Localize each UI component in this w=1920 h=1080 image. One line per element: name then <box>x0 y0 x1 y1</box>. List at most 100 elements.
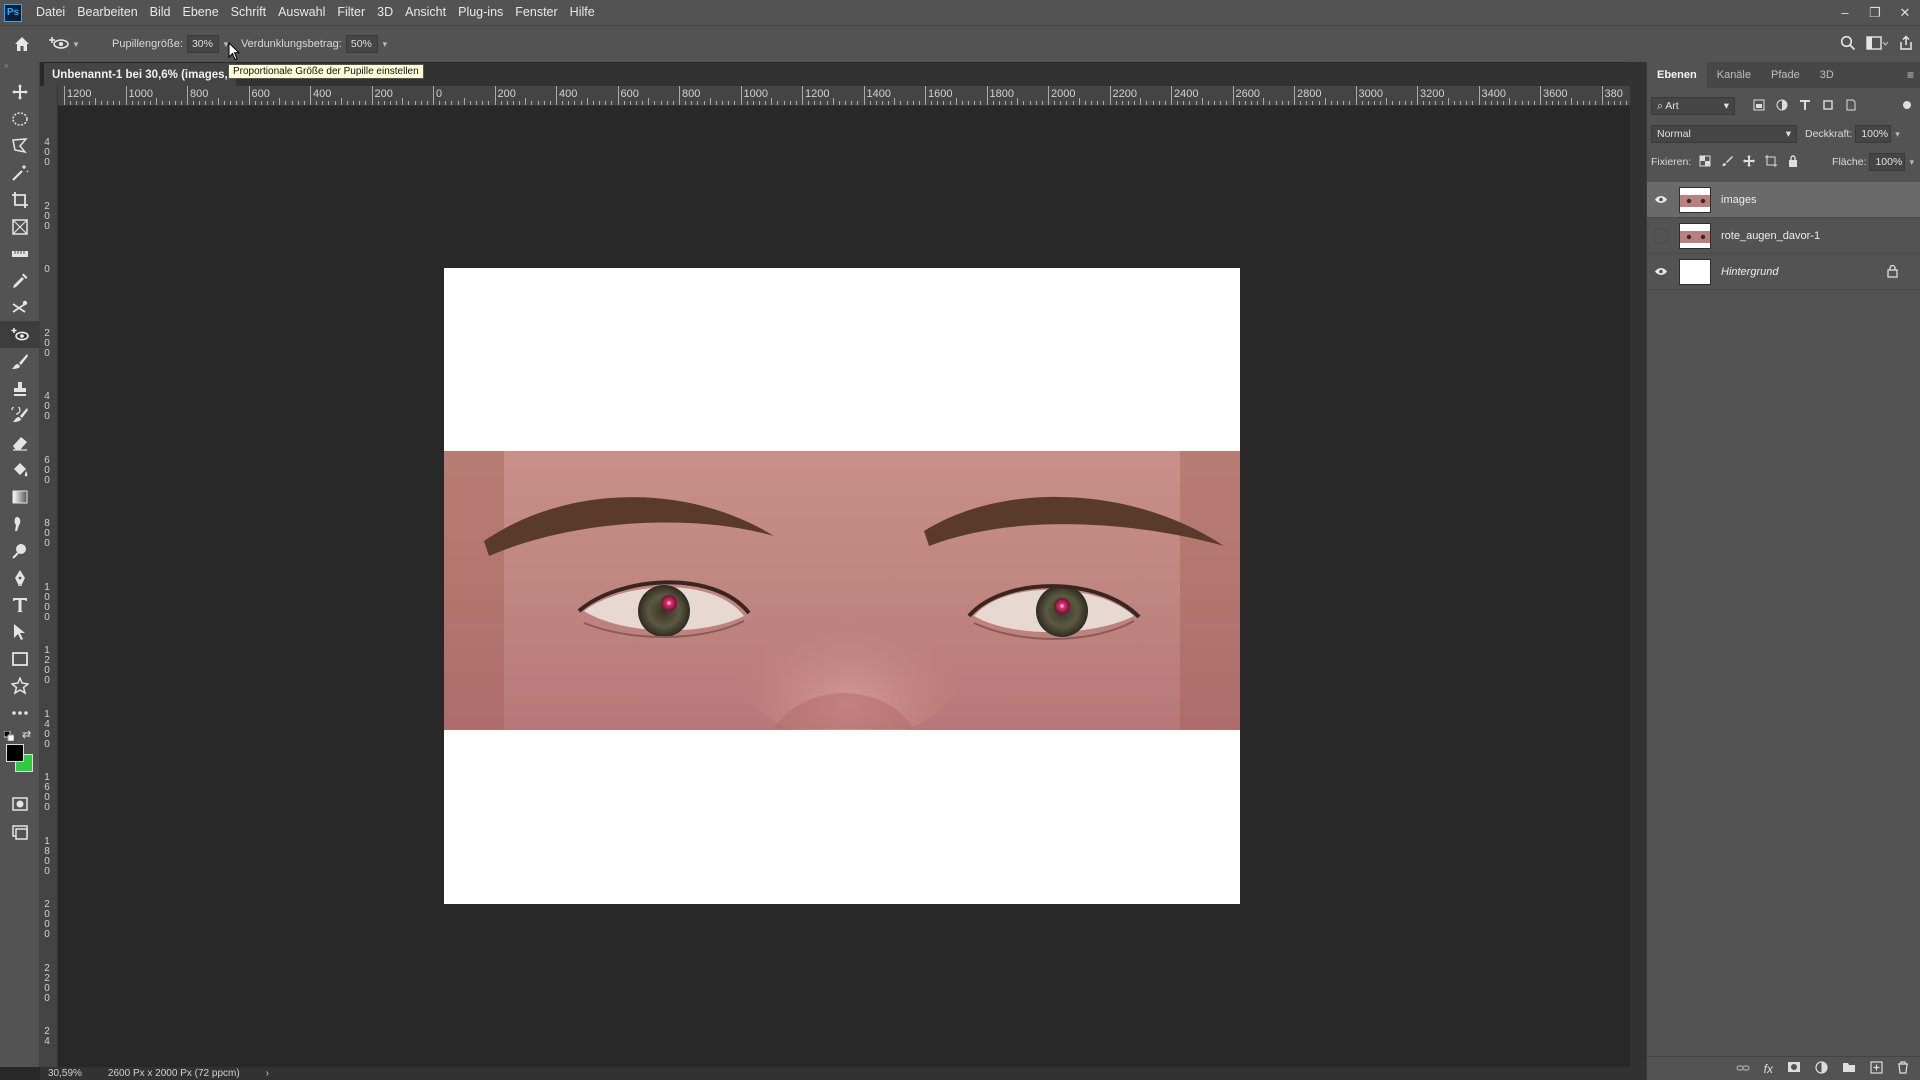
lock-transparent-icon[interactable] <box>1699 155 1711 170</box>
eraser-tool-icon[interactable] <box>0 429 40 456</box>
lock-icon[interactable] <box>1887 264 1898 281</box>
rectangle-tool-icon[interactable] <box>0 645 40 672</box>
filter-toggle-icon[interactable] <box>1902 99 1912 113</box>
ruler-tool-icon[interactable] <box>0 240 40 267</box>
layer-row-rote-augen-davor-1[interactable]: rote_augen_davor-1 <box>1647 218 1920 254</box>
smudge-tool-icon[interactable] <box>0 510 40 537</box>
history-brush-tool-icon[interactable] <box>0 402 40 429</box>
layer-row-hintergrund[interactable]: Hintergrund <box>1647 254 1920 290</box>
lock-artboard-icon[interactable] <box>1765 154 1778 170</box>
document-canvas[interactable] <box>444 268 1240 904</box>
pupil-size-field[interactable]: 30% <box>186 35 219 53</box>
smart-object-filter-icon[interactable] <box>1845 99 1857 114</box>
shape-filter-icon[interactable] <box>1822 99 1834 114</box>
quick-mask-icon[interactable] <box>0 790 40 817</box>
restore-button[interactable]: ❐ <box>1860 0 1890 25</box>
close-button[interactable]: ✕ <box>1890 0 1920 25</box>
custom-shape-tool-icon[interactable] <box>0 672 40 699</box>
frame-tool-icon[interactable] <box>0 213 40 240</box>
fill-field[interactable]: 100% <box>1869 153 1906 171</box>
menu-3d[interactable]: 3D <box>371 0 399 25</box>
more-tools-icon[interactable] <box>0 699 40 726</box>
ruler-tick <box>1294 86 1295 105</box>
layer-row-images[interactable]: images <box>1647 182 1920 218</box>
menu-ebene[interactable]: Ebene <box>177 0 225 25</box>
menu-plugins[interactable]: Plug-ins <box>452 0 509 25</box>
ruler-tick <box>1220 101 1222 105</box>
delete-layer-icon[interactable] <box>1897 1060 1909 1077</box>
menu-bild[interactable]: Bild <box>144 0 177 25</box>
vertical-ruler[interactable]: 4 0 0 2 0 0 0 2 0 0 4 0 0 6 0 0 8 0 0 1 0 0 0 1 … <box>40 86 58 1067</box>
filter-kind-select[interactable]: ⌕ Art ▾ <box>1651 97 1735 115</box>
lock-position-icon[interactable] <box>1743 154 1756 170</box>
visibility-toggle[interactable] <box>1647 254 1675 290</box>
panel-menu-icon[interactable]: ≡ <box>1907 68 1914 82</box>
workspace-icon[interactable] <box>1866 35 1889 54</box>
adjustment-filter-icon[interactable] <box>1776 99 1788 114</box>
menu-bearbeiten[interactable]: Bearbeiten <box>71 0 143 25</box>
default-colors-icon[interactable] <box>3 730 15 744</box>
marquee-tool-icon[interactable] <box>0 105 40 132</box>
eyedropper-tool-icon[interactable] <box>0 267 40 294</box>
tab-3d[interactable]: 3D <box>1810 62 1844 88</box>
crop-tool-icon[interactable] <box>0 186 40 213</box>
dodge-tool-icon[interactable] <box>0 537 40 564</box>
canvas-area[interactable] <box>58 106 1630 1067</box>
ruler-tick <box>402 98 404 105</box>
tab-kanaele[interactable]: Kanäle <box>1707 62 1761 88</box>
lasso-tool-icon[interactable] <box>0 132 40 159</box>
pen-tool-icon[interactable] <box>0 564 40 591</box>
menu-auswahl[interactable]: Auswahl <box>272 0 331 25</box>
fill-dropdown-icon[interactable]: ▾ <box>1909 157 1914 168</box>
search-icon[interactable] <box>1840 35 1856 54</box>
adjustment-layer-icon[interactable] <box>1815 1060 1828 1077</box>
eyes-photo-layer[interactable] <box>444 451 1240 730</box>
darken-amount-field[interactable]: 50% <box>345 35 378 53</box>
pixel-filter-icon[interactable] <box>1753 99 1765 114</box>
gradient-tool-icon[interactable] <box>0 483 40 510</box>
foreground-color-swatch[interactable] <box>6 744 24 762</box>
lock-pixels-icon[interactable] <box>1721 155 1734 170</box>
home-icon[interactable] <box>0 26 44 63</box>
visibility-toggle[interactable] <box>1647 182 1675 218</box>
visibility-toggle[interactable] <box>1647 218 1675 254</box>
fx-icon[interactable]: fx <box>1764 1062 1773 1076</box>
patch-tool-icon[interactable] <box>0 294 40 321</box>
screen-mode-icon[interactable] <box>0 817 40 844</box>
path-selection-tool-icon[interactable] <box>0 618 40 645</box>
link-layers-icon[interactable] <box>1736 1062 1750 1076</box>
tab-pfade[interactable]: Pfade <box>1761 62 1810 88</box>
brush-tool-icon[interactable] <box>0 348 40 375</box>
horizontal-ruler[interactable]: 1200 1000 800 600 400 200 0 200 400 600 800 1000 120… <box>58 86 1630 106</box>
red-eye-tool-icon[interactable] <box>0 321 40 348</box>
menu-fenster[interactable]: Fenster <box>509 0 563 25</box>
stamp-tool-icon[interactable] <box>0 375 40 402</box>
new-layer-icon[interactable] <box>1870 1060 1883 1077</box>
magic-wand-tool-icon[interactable] <box>0 159 40 186</box>
menu-filter[interactable]: Filter <box>331 0 371 25</box>
blend-mode-select[interactable]: Normal ▾ <box>1651 125 1797 143</box>
panel-collapse-icon[interactable]: » <box>0 62 39 72</box>
darken-amount-dropdown[interactable]: ▾ <box>378 35 392 53</box>
minimize-button[interactable]: – <box>1830 0 1860 25</box>
menu-schrift[interactable]: Schrift <box>225 0 272 25</box>
share-icon[interactable] <box>1898 35 1914 54</box>
add-mask-icon[interactable] <box>1787 1061 1801 1076</box>
swap-colors-icon[interactable]: ⇄ <box>22 728 31 741</box>
tool-preset-picker[interactable]: ▼ <box>44 26 84 63</box>
tab-ebenen[interactable]: Ebenen <box>1647 62 1707 88</box>
status-menu-arrow[interactable]: › <box>266 1068 269 1079</box>
lock-all-icon[interactable] <box>1787 154 1799 170</box>
type-tool-icon[interactable] <box>0 591 40 618</box>
menu-hilfe[interactable]: Hilfe <box>564 0 601 25</box>
document-tab[interactable]: Unbenannt-1 bei 30,6% (images, <box>44 63 236 86</box>
paint-bucket-tool-icon[interactable] <box>0 456 40 483</box>
opacity-field[interactable]: 100% <box>1855 125 1892 143</box>
opacity-dropdown-icon[interactable]: ▾ <box>1895 129 1900 140</box>
new-group-icon[interactable] <box>1842 1061 1856 1076</box>
menu-datei[interactable]: Datei <box>30 0 71 25</box>
move-tool-icon[interactable] <box>0 78 40 105</box>
menu-ansicht[interactable]: Ansicht <box>399 0 452 25</box>
type-filter-icon[interactable] <box>1799 99 1811 114</box>
zoom-level[interactable]: 30,59% <box>48 1068 82 1079</box>
